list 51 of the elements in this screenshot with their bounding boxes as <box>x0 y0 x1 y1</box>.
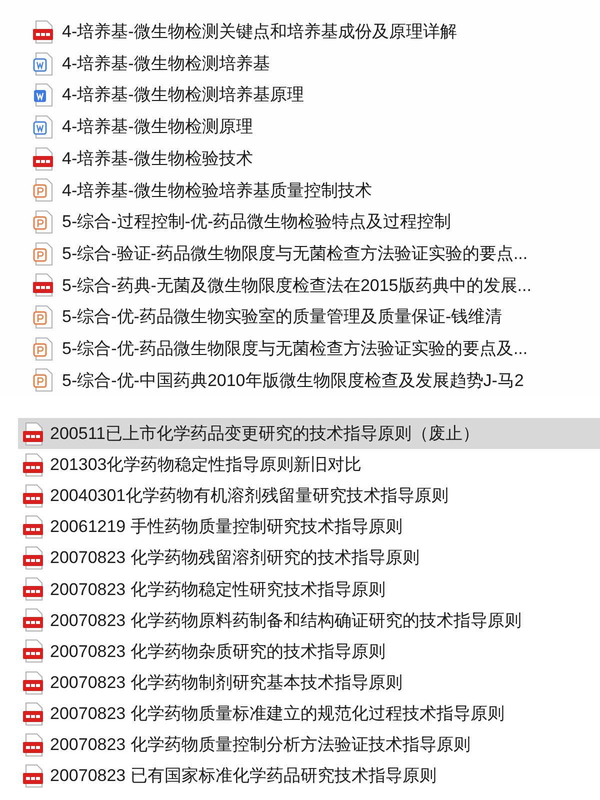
file-name: 200511已上市化学药品变更研究的技术指导原则（废止） <box>50 423 480 446</box>
pdf-file-icon <box>32 20 56 44</box>
file-row[interactable]: 20070823 化学药物质量控制分析方法验证技术指导原则 <box>18 729 600 760</box>
file-name: 20070823 化学药物原料药制备和结构确证研究的技术指导原则 <box>50 610 522 632</box>
pdf-file-icon <box>22 608 46 632</box>
pdf-file-icon <box>22 732 46 757</box>
file-name: 20070823 化学药物制剂研究基本技术指导原则 <box>50 672 402 694</box>
file-row[interactable]: 20070823 已有国家标准化学药品研究技术指导原则 <box>18 760 600 792</box>
file-name[interactable]: 5-综合-优-药品微生物实验室的质量管理及质量保证-钱维清 <box>62 304 502 330</box>
pdf-file-icon <box>22 639 46 664</box>
file-row[interactable]: 201303化学药物稳定性指导原则新旧对比 <box>18 449 600 480</box>
file-row[interactable]: 20070823 化学药物制剂研究基本技术指导原则 <box>18 667 600 698</box>
file-name[interactable]: 4-培养基-微生物检验培养基质量控制技术 <box>62 178 372 204</box>
pdf-file-icon <box>22 452 46 477</box>
file-row[interactable]: 20070823 化学药物质量标准建立的规范化过程技术指导原则 <box>18 698 600 730</box>
pdf-file-icon <box>22 764 46 788</box>
file-row[interactable]: 20070823 化学药物稳定性研究技术指导原则 <box>18 574 600 605</box>
pdf-file-icon <box>32 146 56 171</box>
file-name: 20040301化学药物有机溶剂残留量研究技术指导原则 <box>50 485 449 508</box>
file-row[interactable]: 20040301化学药物有机溶剂残留量研究技术指导原则 <box>18 480 600 512</box>
file-row[interactable]: 20070823 化学药物原料药制备和结构确证研究的技术指导原则 <box>18 604 600 636</box>
file-name: 20061219 手性药物质量控制研究技术指导原则 <box>50 516 402 538</box>
file-name: 20070823 化学药物质量控制分析方法验证技术指导原则 <box>50 734 470 756</box>
file-name[interactable]: 4-培养基-微生物检测培养基原理 <box>62 82 304 108</box>
file-row[interactable]: 20070823 化学药物杂质研究的技术指导原则 <box>18 636 600 667</box>
file-name[interactable]: 5-综合-验证-药品微生物限度与无菌检查方法验证实验的要点... <box>62 240 528 266</box>
file-row[interactable]: 200511已上市化学药品变更研究的技术指导原则（废止） <box>18 418 600 450</box>
file-name[interactable]: 4-培养基-微生物检测原理 <box>62 114 253 140</box>
file-name: 20070823 化学药物杂质研究的技术指导原则 <box>50 640 386 663</box>
file-name: 20070823 化学药物稳定性研究技术指导原则 <box>50 578 386 601</box>
file-name: 20070823 化学药物质量标准建立的规范化过程技术指导原则 <box>50 702 504 725</box>
pdf-file-icon <box>32 273 56 298</box>
pdf-file-icon <box>22 702 46 726</box>
pdf-file-icon <box>22 422 46 446</box>
pdf-file-icon <box>22 484 46 508</box>
pdf-file-icon <box>22 670 46 695</box>
pdf-file-icon <box>22 577 46 602</box>
file-name[interactable]: 5-综合-过程控制-优-药品微生物检验特点及过程控制 <box>62 209 452 235</box>
file-name: 20070823 已有国家标准化学药品研究技术指导原则 <box>50 765 436 788</box>
file-name[interactable]: 4-培养基-微生物检测关键点和培养基成份及原理详解 <box>62 19 457 45</box>
file-name[interactable]: 4-培养基-微生物检测培养基 <box>62 50 270 76</box>
file-row[interactable]: 20070823 化学药物残留溶剂研究的技术指导原则 <box>18 542 600 574</box>
file-name[interactable]: 5-综合-优-中国药典2010年版微生物限度检查及发展趋势J-马2 <box>62 368 524 394</box>
file-name[interactable]: 4-培养基-微生物检验技术 <box>62 146 253 172</box>
file-row[interactable]: 20061219 手性药物质量控制研究技术指导原则 <box>18 512 600 543</box>
file-name: 20070823 化学药物残留溶剂研究的技术指导原则 <box>50 547 420 570</box>
file-name[interactable]: 5-综合-药典-无菌及微生物限度检查法在2015版药典中的发展... <box>62 272 532 298</box>
pdf-file-icon <box>22 546 46 570</box>
file-name: 201303化学药物稳定性指导原则新旧对比 <box>50 454 362 476</box>
file-name[interactable]: 5-综合-优-药品微生物限度与无菌检查方法验证实验的要点及... <box>62 336 528 362</box>
pdf-file-icon <box>22 515 46 540</box>
